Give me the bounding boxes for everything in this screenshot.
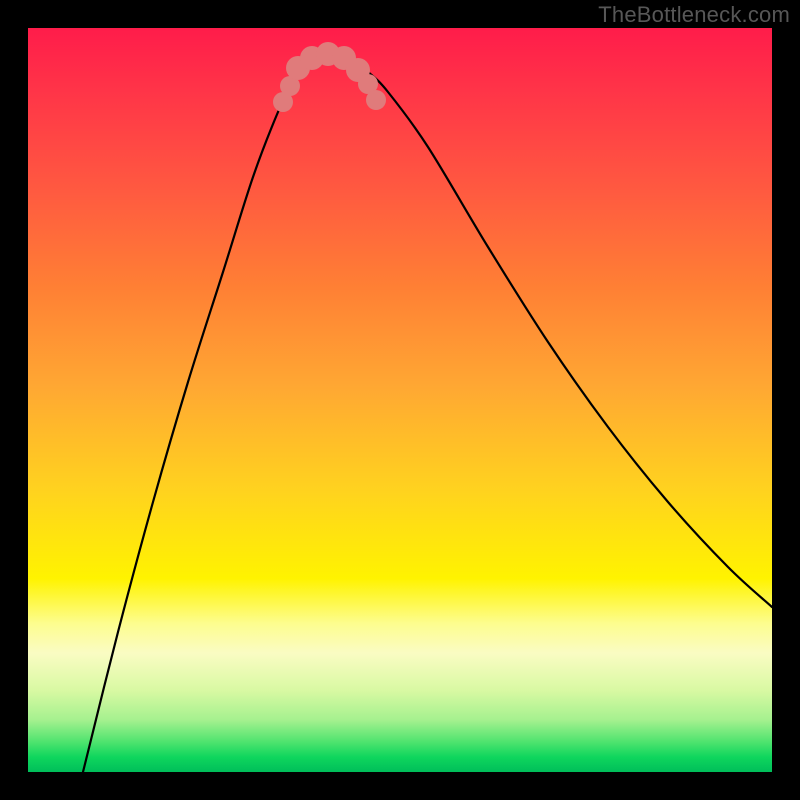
plot-area <box>28 28 772 772</box>
trough-marker <box>366 90 386 110</box>
watermark-text: TheBottleneck.com <box>598 2 790 28</box>
bottleneck-curve <box>83 51 772 772</box>
chart-svg <box>28 28 772 772</box>
chart-frame: TheBottleneck.com <box>0 0 800 800</box>
trough-markers <box>273 42 386 112</box>
